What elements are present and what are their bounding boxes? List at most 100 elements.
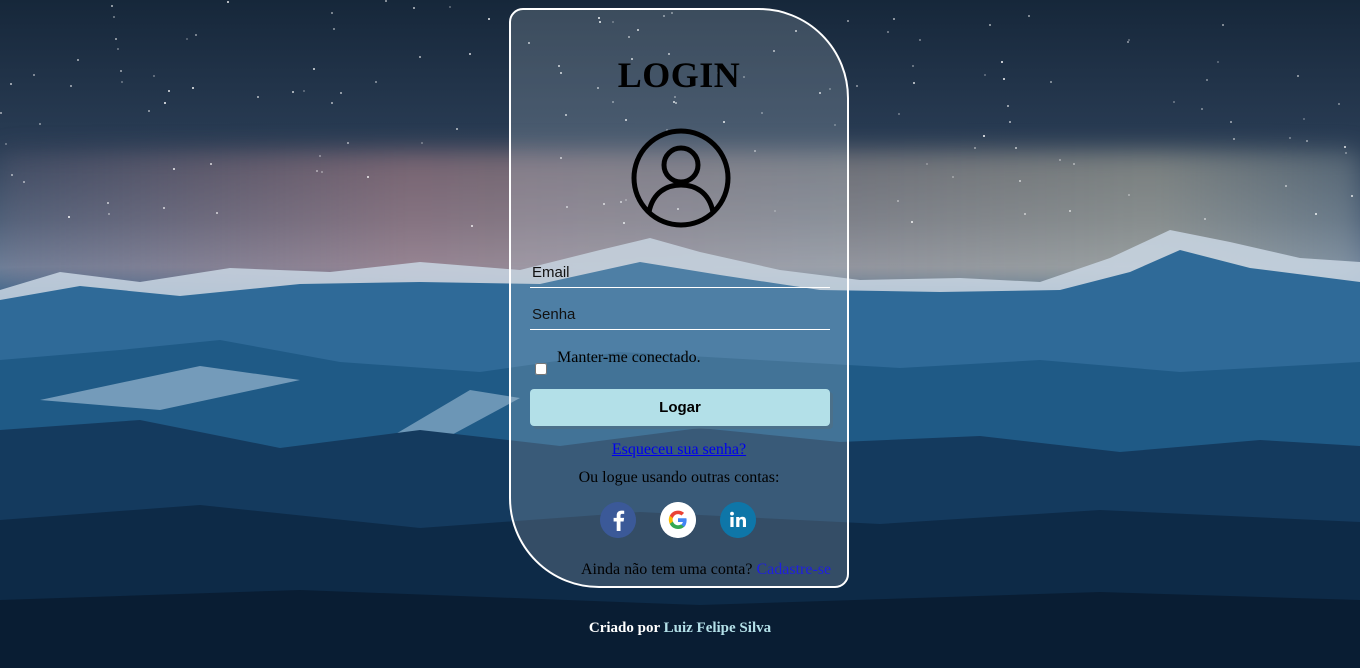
star	[1230, 121, 1233, 124]
star	[1003, 77, 1006, 80]
star	[316, 170, 319, 173]
star	[488, 17, 491, 20]
star	[1173, 101, 1176, 104]
star	[385, 0, 388, 2]
forgot-password-link[interactable]: Esqueceu sua senha?	[511, 441, 847, 459]
star	[22, 180, 25, 183]
star	[195, 33, 198, 36]
star	[896, 200, 899, 202]
star	[292, 90, 295, 93]
star	[163, 206, 166, 209]
footer-author: Luiz Felipe Silva	[663, 620, 772, 636]
star	[468, 53, 471, 56]
star	[106, 202, 109, 205]
signup-prompt: Ainda não tem uma conta? Cadastre-se	[581, 561, 831, 579]
star	[77, 59, 80, 62]
star	[1007, 104, 1010, 107]
star	[1069, 210, 1072, 213]
footer-credit: Criado por Luiz Felipe Silva	[0, 620, 1360, 637]
star	[455, 127, 458, 130]
star	[163, 102, 166, 105]
star	[39, 123, 42, 126]
star	[1206, 79, 1209, 82]
star	[1059, 159, 1062, 162]
star	[1345, 151, 1348, 154]
other-accounts-text: Ou logue usando outras contas:	[578, 469, 780, 486]
star	[1232, 137, 1235, 140]
star	[111, 4, 114, 7]
star	[1001, 61, 1004, 64]
star	[331, 101, 334, 104]
star	[319, 154, 322, 157]
google-icon[interactable]	[660, 502, 696, 538]
star	[108, 213, 111, 216]
star	[367, 176, 370, 179]
star	[1200, 108, 1203, 111]
star	[209, 162, 212, 165]
star	[121, 81, 124, 84]
star	[983, 135, 986, 138]
star	[984, 73, 987, 76]
star	[892, 17, 895, 20]
star	[1014, 147, 1017, 150]
star	[216, 211, 219, 214]
star	[1049, 80, 1052, 83]
star	[1023, 212, 1026, 215]
star	[919, 38, 922, 41]
star	[973, 147, 976, 149]
star	[897, 113, 900, 115]
star	[1315, 213, 1318, 216]
star	[321, 170, 324, 173]
star	[910, 220, 913, 223]
star	[1127, 41, 1130, 44]
star	[116, 48, 119, 51]
star	[67, 215, 70, 218]
star	[912, 64, 915, 67]
star	[256, 96, 259, 99]
star	[333, 28, 336, 31]
star	[1127, 38, 1130, 41]
email-input[interactable]	[530, 258, 830, 288]
star	[1338, 102, 1341, 105]
star	[1297, 74, 1300, 77]
remember-me-checkbox[interactable]	[535, 363, 547, 375]
star	[112, 15, 115, 18]
star	[1073, 162, 1076, 165]
password-input[interactable]	[530, 300, 830, 330]
star	[912, 82, 915, 85]
star	[374, 81, 377, 84]
star	[153, 75, 156, 78]
star	[886, 31, 889, 34]
star	[1128, 193, 1131, 196]
star	[9, 82, 12, 85]
star	[925, 162, 928, 165]
star	[470, 224, 473, 227]
star	[330, 11, 333, 14]
star	[148, 109, 151, 112]
star	[119, 70, 122, 73]
star	[1284, 184, 1287, 187]
star	[303, 89, 306, 92]
star	[11, 173, 14, 176]
login-button[interactable]: Logar	[530, 389, 830, 426]
star	[1350, 195, 1353, 198]
signup-link[interactable]: Cadastre-se	[757, 561, 832, 578]
star	[1204, 218, 1207, 221]
star	[1009, 121, 1012, 124]
star	[115, 37, 118, 40]
star	[448, 6, 451, 9]
star	[70, 84, 73, 87]
star	[1217, 60, 1220, 63]
star	[0, 112, 3, 115]
star	[32, 74, 35, 77]
linkedin-icon[interactable]	[720, 502, 756, 538]
star	[1019, 179, 1022, 182]
star	[1028, 15, 1031, 18]
facebook-icon[interactable]	[600, 502, 636, 538]
star	[420, 141, 423, 144]
footer-prefix: Criado por	[588, 620, 660, 636]
star	[172, 167, 175, 170]
star	[1344, 146, 1347, 149]
star	[185, 37, 188, 40]
star	[340, 92, 343, 95]
